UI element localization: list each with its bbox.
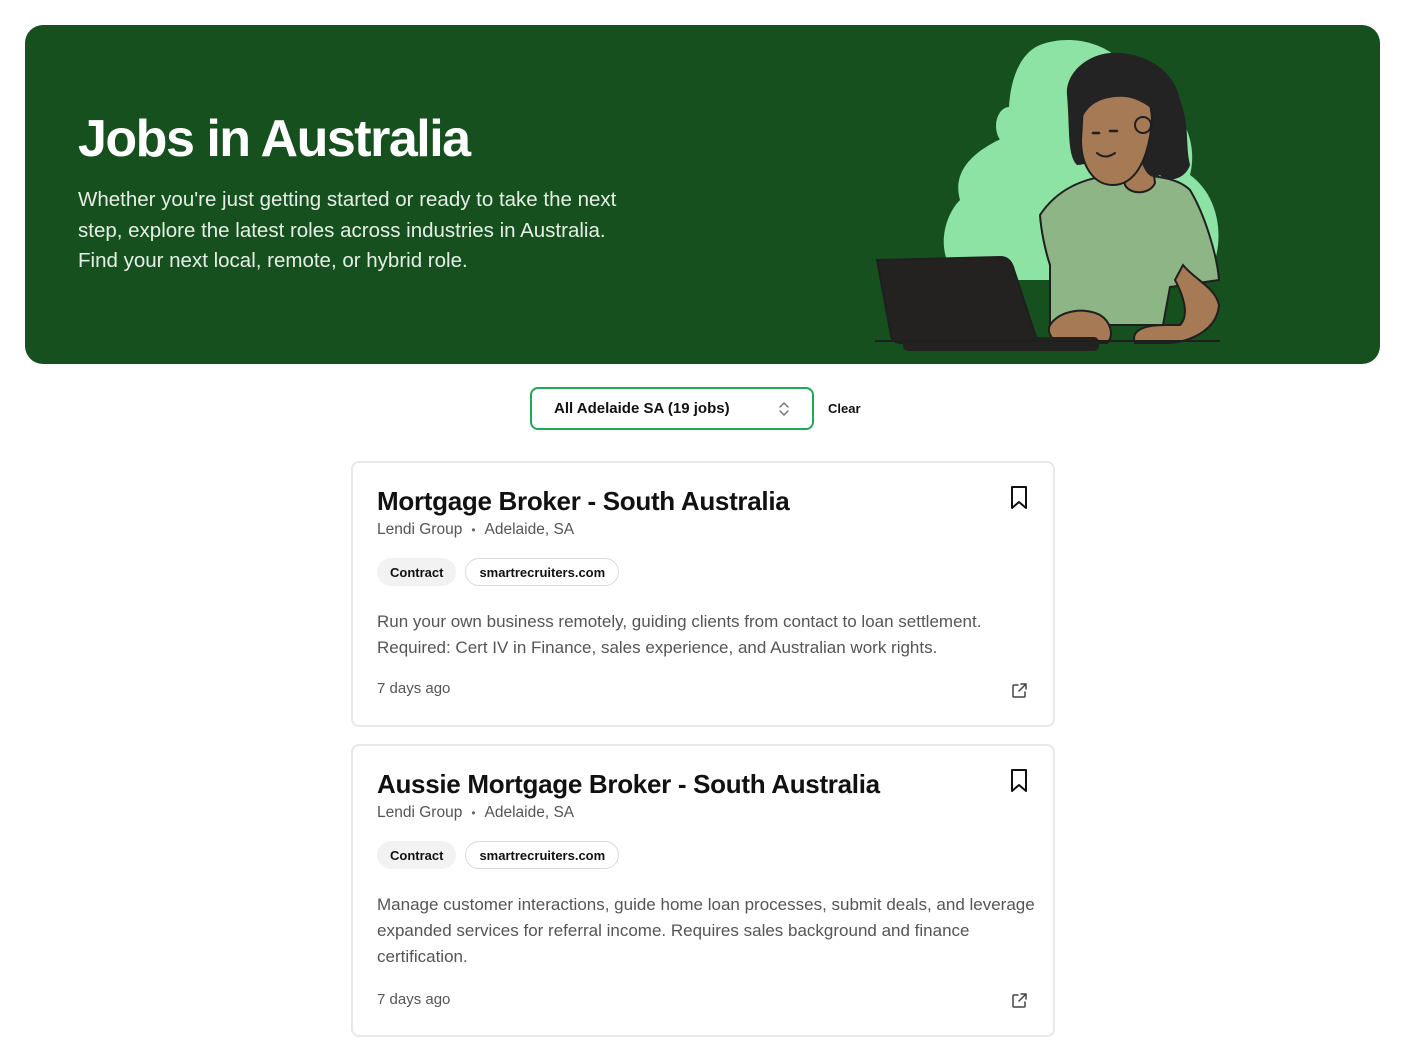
page-title: Jobs in Australia — [78, 110, 471, 168]
bookmark-icon[interactable] — [1009, 768, 1029, 794]
job-card[interactable]: Aussie Mortgage Broker - South Australia… — [351, 744, 1055, 1037]
job-tags: Contract smartrecruiters.com — [377, 841, 620, 869]
job-location: Adelaide, SA — [484, 521, 575, 538]
company-name: Lendi Group — [377, 521, 463, 538]
job-description: Manage customer interactions, guide home… — [377, 895, 1035, 966]
chevron-up-down-icon — [779, 402, 789, 416]
hero-subtitle-line: Find your next local, remote, or hybrid … — [78, 249, 468, 272]
bookmark-icon[interactable] — [1009, 485, 1029, 511]
hero-banner: Jobs in Australia Whether you're just ge… — [25, 25, 1380, 364]
job-source-tag: smartrecruiters.com — [465, 841, 620, 869]
location-select-value: All Adelaide SA (19 jobs) — [554, 400, 730, 417]
job-meta: Lendi Group • Adelaide, SA — [377, 804, 574, 822]
job-type-tag: Contract — [377, 841, 457, 869]
job-card[interactable]: Mortgage Broker - South Australia Lendi … — [351, 461, 1055, 727]
filter-bar: All Adelaide SA (19 jobs) Clear — [530, 387, 861, 430]
hero-subtitle-line: step, explore the latest roles across in… — [78, 218, 606, 242]
separator-dot: • — [471, 806, 476, 820]
job-title[interactable]: Mortgage Broker - South Australia — [377, 485, 790, 517]
hero-subtitle-line: Whether you're just getting started or r… — [78, 188, 617, 211]
separator-dot: • — [471, 523, 476, 537]
job-source-tag: smartrecruiters.com — [465, 558, 620, 586]
posted-date: 7 days ago — [377, 680, 451, 697]
external-link-icon[interactable] — [1011, 992, 1028, 1009]
job-location: Adelaide, SA — [484, 804, 575, 821]
job-description: Run your own business remotely, guiding … — [377, 612, 982, 657]
company-name: Lendi Group — [377, 804, 463, 821]
job-type-tag: Contract — [377, 558, 457, 586]
job-tags: Contract smartrecruiters.com — [377, 558, 620, 586]
posted-date: 7 days ago — [377, 991, 451, 1008]
clear-filter-button[interactable]: Clear — [828, 401, 861, 416]
location-select[interactable]: All Adelaide SA (19 jobs) — [530, 387, 814, 430]
hero-subtitle: Whether you're just getting started or r… — [78, 185, 718, 277]
job-meta: Lendi Group • Adelaide, SA — [377, 521, 574, 539]
job-title[interactable]: Aussie Mortgage Broker - South Australia — [377, 768, 880, 800]
external-link-icon[interactable] — [1011, 682, 1028, 699]
person-with-laptop-illustration — [875, 40, 1221, 351]
